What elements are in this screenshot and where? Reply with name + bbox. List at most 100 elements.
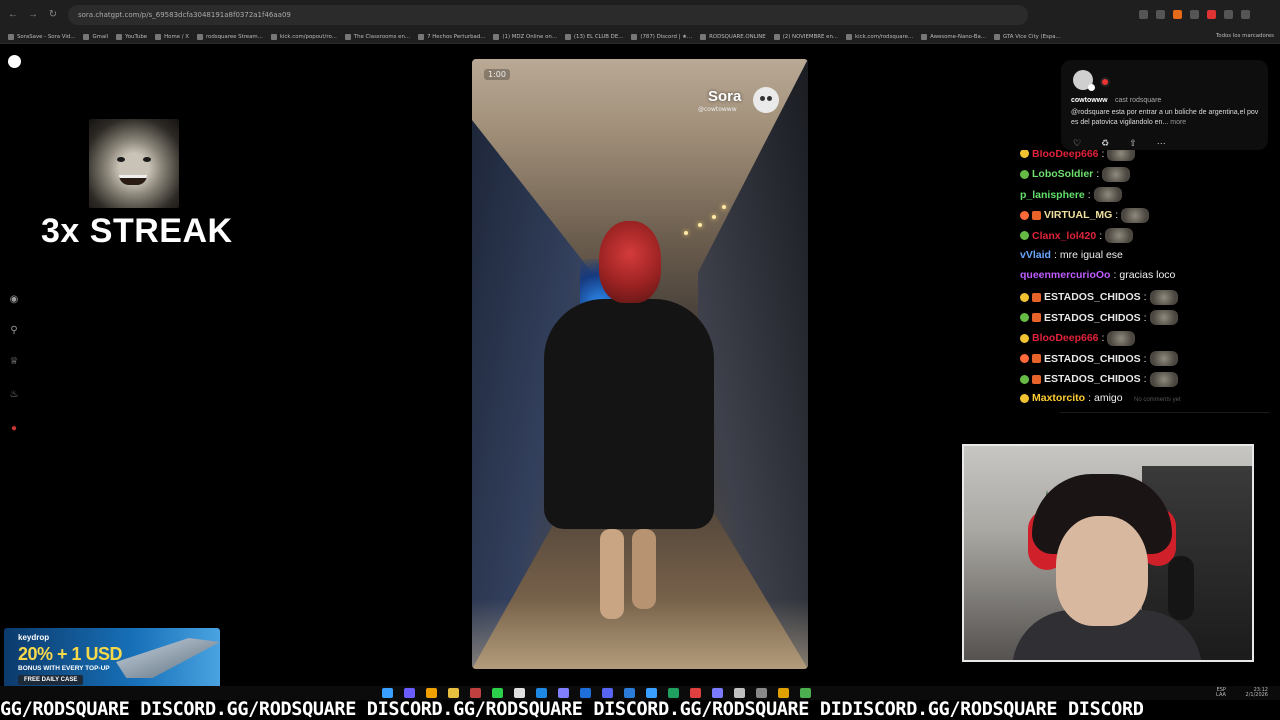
chat-username[interactable]: LoboSoldier [1032,168,1093,180]
chat-username[interactable]: ESTADOS_CHIDOS [1044,291,1141,303]
extension-icon[interactable] [1139,10,1148,19]
bookmark-item[interactable]: RODSQUARE.ONLINE [700,33,766,40]
bookmark-item[interactable]: kick.com/popout/ro... [270,33,337,40]
extension-icons [1139,10,1250,19]
chat-badge-icon [1020,393,1029,403]
post-author[interactable]: cowtowww [1071,97,1108,104]
taskbar-app-icon[interactable] [646,688,657,698]
bookmark-item[interactable]: Home / X [155,33,189,40]
profile-icon[interactable]: ● [6,421,22,437]
chat-username[interactable]: BlooDeep666 [1032,150,1099,160]
chat-separator: : [1101,332,1105,344]
taskbar-app-icon[interactable] [712,688,723,698]
chat-message: ESTADOS_CHIDOS: [1020,351,1178,366]
author-avatar[interactable] [1073,70,1095,91]
bookmark-item[interactable]: kick.com/rodsquare... [846,33,913,40]
chat-username[interactable]: p_lanisphere [1020,189,1085,201]
taskbar-app-icon[interactable] [382,688,393,698]
chat-username[interactable]: VIRTUAL_MG [1044,209,1112,221]
home-icon[interactable]: ◉ [6,292,22,308]
taskbar-app-icon[interactable] [470,688,481,698]
taskbar-app-icon[interactable] [668,688,679,698]
webcam-overlay [962,444,1254,662]
taskbar-app-icon[interactable] [800,688,811,698]
chat-username[interactable]: Maxtorcito [1032,392,1085,404]
chat-badge-icon [1020,210,1029,220]
more-icon[interactable]: ⋯ [1157,138,1166,149]
bookmark-item[interactable]: Awesome-Nano-Ba... [921,33,986,40]
bookmark-label: GTA Vice City (Espa... [1002,33,1061,40]
taskbar-app-icon[interactable] [756,688,767,698]
subscriber-badge-icon [1032,292,1041,302]
extension-icon[interactable] [1156,10,1165,19]
video-timestamp: 1:00 [484,69,510,80]
taskbar-app-icon[interactable] [558,688,569,698]
bookmark-favicon-icon [631,33,638,40]
forward-icon[interactable]: → [26,8,40,22]
bookmark-item[interactable]: 7 Hechos Perturbad... [418,33,485,40]
bookmark-item[interactable]: The Classrooms en... [344,33,410,40]
chat-username[interactable]: ESTADOS_CHIDOS [1044,373,1141,385]
bookmark-item[interactable]: SoraSave - Sora Vid... [8,33,75,40]
bookmark-label: rodsquaree Stream... [205,33,263,40]
ad-headline: 20% + 1 USD [18,644,123,664]
bell-icon[interactable]: ♨ [6,387,22,403]
taskbar-app-icon[interactable] [536,688,547,698]
bookmark-item[interactable]: YouTube [116,33,147,40]
extension-icon[interactable] [1190,10,1199,19]
chat-username[interactable]: Clanx_lol420 [1032,230,1096,242]
taskbar-app-icon[interactable] [778,688,789,698]
extension-icon[interactable] [1224,10,1233,19]
chat-badge-icon [1020,333,1029,343]
back-icon[interactable]: ← [6,8,20,22]
no-comments-text: No comments yet [1134,397,1181,403]
chat-username[interactable]: ESTADOS_CHIDOS [1044,353,1141,365]
chat-username[interactable]: queenmercurioOo [1020,269,1110,281]
taskbar-app-icon[interactable] [734,688,745,698]
video-player[interactable]: 1:00 Sora @cowtowww [472,59,808,669]
share-icon[interactable]: ⇧ [1129,138,1137,149]
bookmark-item[interactable]: (1) MDZ Online on... [493,33,557,40]
sora-watermark: Sora [708,88,742,105]
bookmark-item[interactable]: (2) NOVIEMBRE en... [773,33,838,40]
taskbar-app-icon[interactable] [690,688,701,698]
clock-date: 2/1/2026 [1245,692,1268,698]
profile-avatar-icon[interactable] [1241,10,1250,19]
chat-separator: : [1099,229,1103,242]
taskbar-app-icon[interactable] [602,688,613,698]
bookmark-item[interactable]: rodsquaree Stream... [196,33,263,40]
streak-creature-image [89,119,179,208]
bookmark-item[interactable]: (13) EL CLUB DE... [564,33,623,40]
taskbar-app-icon[interactable] [404,688,415,698]
bookmark-item[interactable]: Gmail [83,33,108,40]
remix-icon[interactable]: ♻ [1101,138,1109,149]
reload-icon[interactable]: ↻ [46,8,60,22]
taskbar-app-icon[interactable] [492,688,503,698]
chat-username[interactable]: vVlaid [1020,249,1051,261]
heart-icon[interactable]: ♡ [1073,138,1081,149]
cameo-avatar-icon[interactable] [1100,77,1110,87]
ad-subline: BONUS WITH EVERY TOP-UP [18,665,110,672]
taskbar-app-icon[interactable] [426,688,437,698]
sora-logo-icon[interactable] [8,55,21,68]
taskbar-app-icon[interactable] [624,688,635,698]
search-icon[interactable]: ⚲ [6,323,22,339]
chat-emote-icon [1105,228,1134,243]
bookmark-item[interactable]: GTA Vice City (Espa... [993,33,1061,40]
trophy-icon[interactable]: ♕ [6,354,22,370]
all-bookmarks-link[interactable]: Todos los marcadores [1216,33,1274,39]
address-bar[interactable]: sora.chatgpt.com/p/s_69583dcfa3048191a8f… [68,5,1028,25]
keydrop-ad-banner[interactable]: keydrop 20% + 1 USD BONUS WITH EVERY TOP… [4,628,220,690]
chat-username[interactable]: ESTADOS_CHIDOS [1044,312,1141,324]
taskbar-app-icon[interactable] [580,688,591,698]
extension-icon[interactable] [1207,10,1216,19]
more-link[interactable]: more [1170,119,1186,126]
bookmark-label: Home / X [164,33,189,40]
taskbar-app-icon[interactable] [514,688,525,698]
extension-icon[interactable] [1173,10,1182,19]
taskbar-app-icon[interactable] [448,688,459,698]
chat-emote-icon [1107,150,1136,161]
bookmark-favicon-icon [155,33,162,40]
bookmark-item[interactable]: (787) Discord | ★... [631,33,692,40]
chat-username[interactable]: BlooDeep666 [1032,332,1099,344]
